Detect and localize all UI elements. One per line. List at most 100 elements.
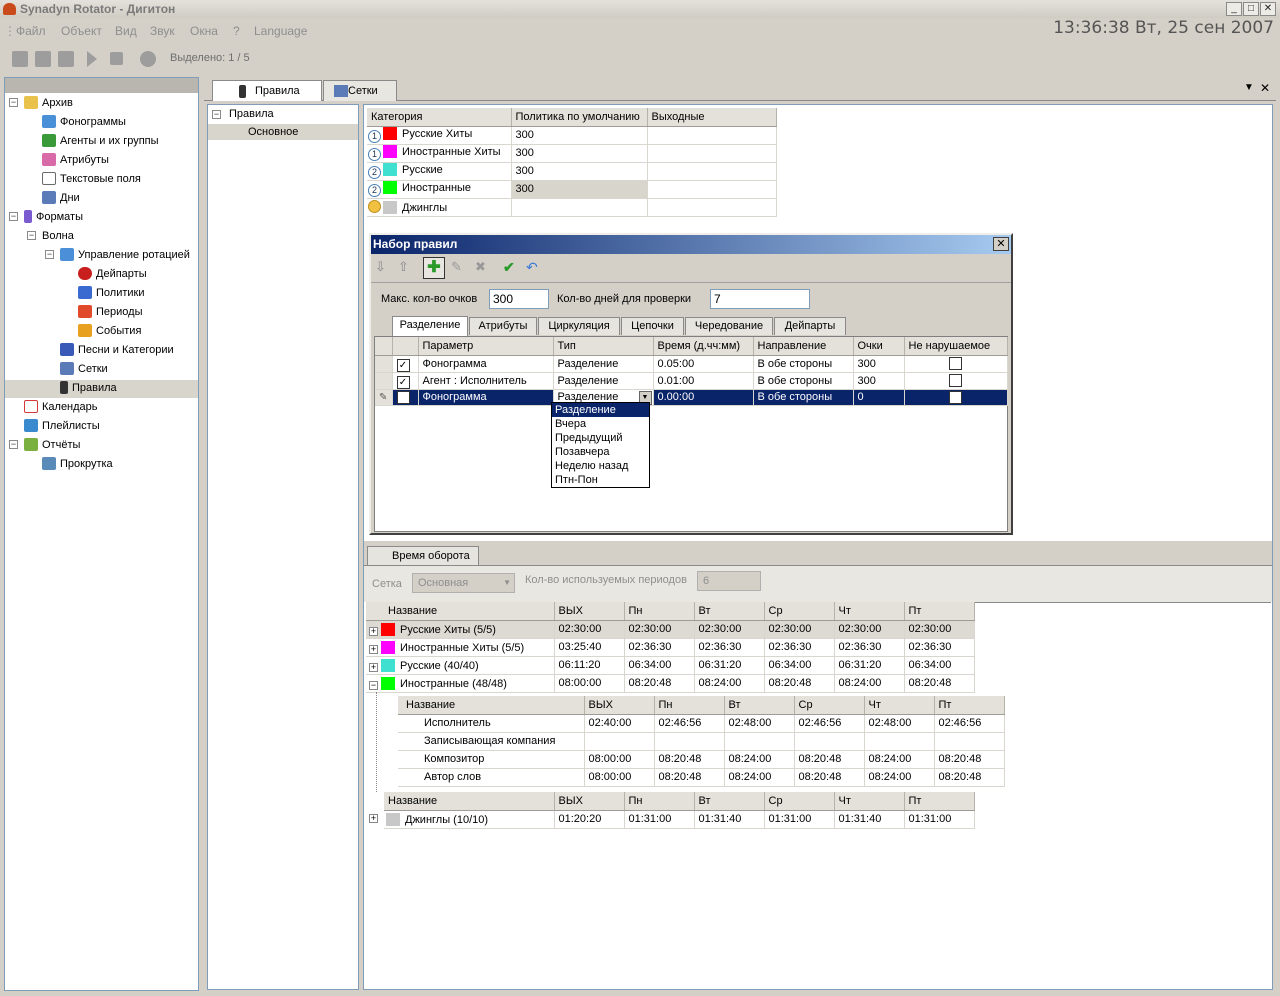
edit-rule-icon[interactable]: ✎ — [451, 259, 462, 275]
table-row[interactable]: Композитор 08:00:00 08:20:48 08:24:00 08:20:… — [398, 750, 1005, 769]
table-cell[interactable]: 03:25:40 — [554, 638, 625, 657]
table-cell[interactable]: 08:24:00 — [864, 768, 935, 787]
table-cell[interactable] — [647, 144, 777, 163]
table-cell[interactable] — [654, 732, 725, 751]
table-cell[interactable]: 02:36:30 — [694, 638, 765, 657]
tab-circulation[interactable]: Циркуляция — [538, 317, 620, 335]
collapse-reports-icon[interactable]: − — [9, 440, 18, 449]
tab-chains[interactable]: Цепочки — [621, 317, 684, 335]
table-cell[interactable]: 02:48:00 — [864, 714, 935, 733]
table-cell[interactable]: 02:40:00 — [584, 714, 655, 733]
table-cell[interactable] — [934, 732, 1005, 751]
table-row[interactable]: + Русские Хиты (5/5) 02:30:00 02:30:00 02:30… — [366, 620, 975, 639]
add-rule-button[interactable]: ✚ — [423, 257, 445, 279]
table-cell[interactable]: 08:24:00 — [724, 750, 795, 769]
move-up-icon[interactable]: ⇧ — [398, 259, 409, 275]
menu-language[interactable]: Language — [254, 24, 307, 38]
table-cell[interactable]: 06:34:00 — [624, 656, 695, 675]
table-cell[interactable]: 08:20:48 — [654, 750, 725, 769]
expand-icon[interactable]: + — [369, 644, 378, 654]
table-row[interactable]: Джинглы (10/10) 01:20:20 01:31:00 01:31:40 0… — [384, 810, 975, 829]
table-cell[interactable]: 06:34:00 — [764, 656, 835, 675]
apply-icon[interactable]: ✔ — [503, 259, 515, 276]
col-direction[interactable]: Направление — [753, 337, 854, 356]
table-cell[interactable]: Разделение — [553, 372, 654, 390]
collapse-archive-icon[interactable]: − — [9, 98, 18, 107]
expand-icon[interactable]: + — [369, 662, 378, 672]
dropdown-option-fri-mon[interactable]: Птн-Пон — [552, 473, 649, 487]
tree-item-grids[interactable]: Сетки — [60, 360, 108, 378]
table-cell[interactable]: 01:31:00 — [624, 810, 695, 829]
table-cell[interactable]: Джинглы — [367, 198, 512, 217]
table-cell[interactable]: 01:31:40 — [834, 810, 905, 829]
table-row[interactable]: 2 Иностранные 300 — [367, 180, 777, 199]
tree-item-periods[interactable]: Периоды — [78, 303, 143, 321]
table-cell[interactable]: 02:36:30 — [764, 638, 835, 657]
days-input[interactable]: 7 — [710, 289, 810, 309]
menu-help[interactable]: ? — [233, 24, 240, 38]
table-row[interactable]: Исполнитель 02:40:00 02:46:56 02:48:00 02:46… — [398, 714, 1005, 733]
tree-item-rules[interactable]: Правила — [60, 379, 117, 397]
table-cell[interactable]: 08:20:48 — [764, 674, 835, 693]
table-cell[interactable]: + Иностранные Хиты (5/5) — [366, 638, 555, 657]
table-cell[interactable]: 06:34:00 — [904, 656, 975, 675]
refresh-icon[interactable] — [58, 51, 74, 67]
table-cell[interactable]: Разделение — [553, 355, 654, 373]
tree-item-calendar[interactable]: Календарь — [24, 398, 98, 416]
col-time[interactable]: Время (д.чч:мм) — [653, 337, 754, 356]
table-cell[interactable]: 01:31:40 — [694, 810, 765, 829]
table-cell[interactable] — [864, 732, 935, 751]
inviolable-checkbox[interactable] — [949, 357, 962, 370]
table-cell[interactable]: 1 Русские Хиты — [367, 126, 512, 145]
dropdown-option-day-before[interactable]: Позавчера — [552, 445, 649, 459]
tab-rules[interactable]: Правила — [212, 80, 322, 101]
table-cell[interactable]: 02:30:00 — [834, 620, 905, 639]
table-cell[interactable]: 0.05:00 — [653, 355, 754, 373]
undo-icon[interactable]: ↶ — [526, 259, 538, 276]
table-cell[interactable]: Автор слов — [398, 768, 585, 787]
tree-item-archive[interactable]: Архив — [24, 94, 73, 112]
table-cell[interactable]: 08:00:00 — [584, 768, 655, 787]
table-row[interactable]: + Русские (40/40) 06:11:20 06:34:00 06:31:20… — [366, 656, 975, 675]
tree-item-dayparts[interactable]: Дейпарты — [78, 265, 147, 283]
tree-item-days[interactable]: Дни — [42, 189, 80, 207]
table-cell[interactable]: Исполнитель — [398, 714, 585, 733]
tree-item-agents[interactable]: Агенты и их группы — [42, 132, 159, 150]
table-row[interactable]: − Иностранные (48/48) 08:00:00 08:20:48 08:2… — [366, 674, 975, 693]
table-cell[interactable]: 08:20:48 — [624, 674, 695, 693]
table-cell[interactable]: Композитор — [398, 750, 585, 769]
table-cell[interactable] — [794, 732, 865, 751]
properties-icon[interactable] — [12, 51, 28, 67]
table-cell[interactable]: 08:24:00 — [834, 674, 905, 693]
close-button[interactable]: ✕ — [1260, 2, 1276, 16]
table-cell[interactable] — [392, 389, 419, 406]
table-cell[interactable]: Фонограмма — [418, 355, 554, 373]
table-cell[interactable]: ✓ — [392, 355, 419, 373]
dropdown-option-week-ago[interactable]: Неделю назад — [552, 459, 649, 473]
dialog-close-button[interactable]: ✕ — [993, 237, 1009, 251]
col-category[interactable]: Категория — [367, 108, 512, 127]
table-cell[interactable] — [904, 372, 1008, 390]
menu-view[interactable]: Вид — [115, 24, 137, 38]
table-cell[interactable]: 08:24:00 — [864, 750, 935, 769]
table-cell[interactable]: + Русские Хиты (5/5) — [366, 620, 555, 639]
table-cell[interactable]: 02:30:00 — [624, 620, 695, 639]
table-cell[interactable]: + Русские (40/40) — [366, 656, 555, 675]
table-cell[interactable] — [647, 180, 777, 199]
table-cell[interactable]: 08:24:00 — [694, 674, 765, 693]
table-cell[interactable]: 02:30:00 — [904, 620, 975, 639]
collapse-rules-icon[interactable]: − — [212, 110, 221, 119]
table-cell[interactable]: 0 — [853, 389, 905, 406]
table-row[interactable]: 1 Русские Хиты 300 — [367, 126, 777, 145]
table-cell[interactable]: 2 Русские — [367, 162, 512, 181]
tree-item-scroll[interactable]: Прокрутка — [42, 455, 113, 473]
tree-item-phonograms[interactable]: Фонограммы — [42, 113, 126, 131]
close-tab-icon[interactable]: ✕ — [1260, 81, 1270, 95]
col-weekend[interactable]: Выходные — [647, 108, 777, 127]
table-row[interactable]: 1 Иностранные Хиты 300 — [367, 144, 777, 163]
table-cell[interactable]: 08:20:48 — [934, 768, 1005, 787]
table-cell[interactable]: 1 Иностранные Хиты — [367, 144, 512, 163]
expand-icon[interactable]: + — [369, 626, 378, 636]
col-inviolable[interactable]: Не нарушаемое — [904, 337, 1008, 356]
table-cell[interactable]: 08:20:48 — [794, 768, 865, 787]
